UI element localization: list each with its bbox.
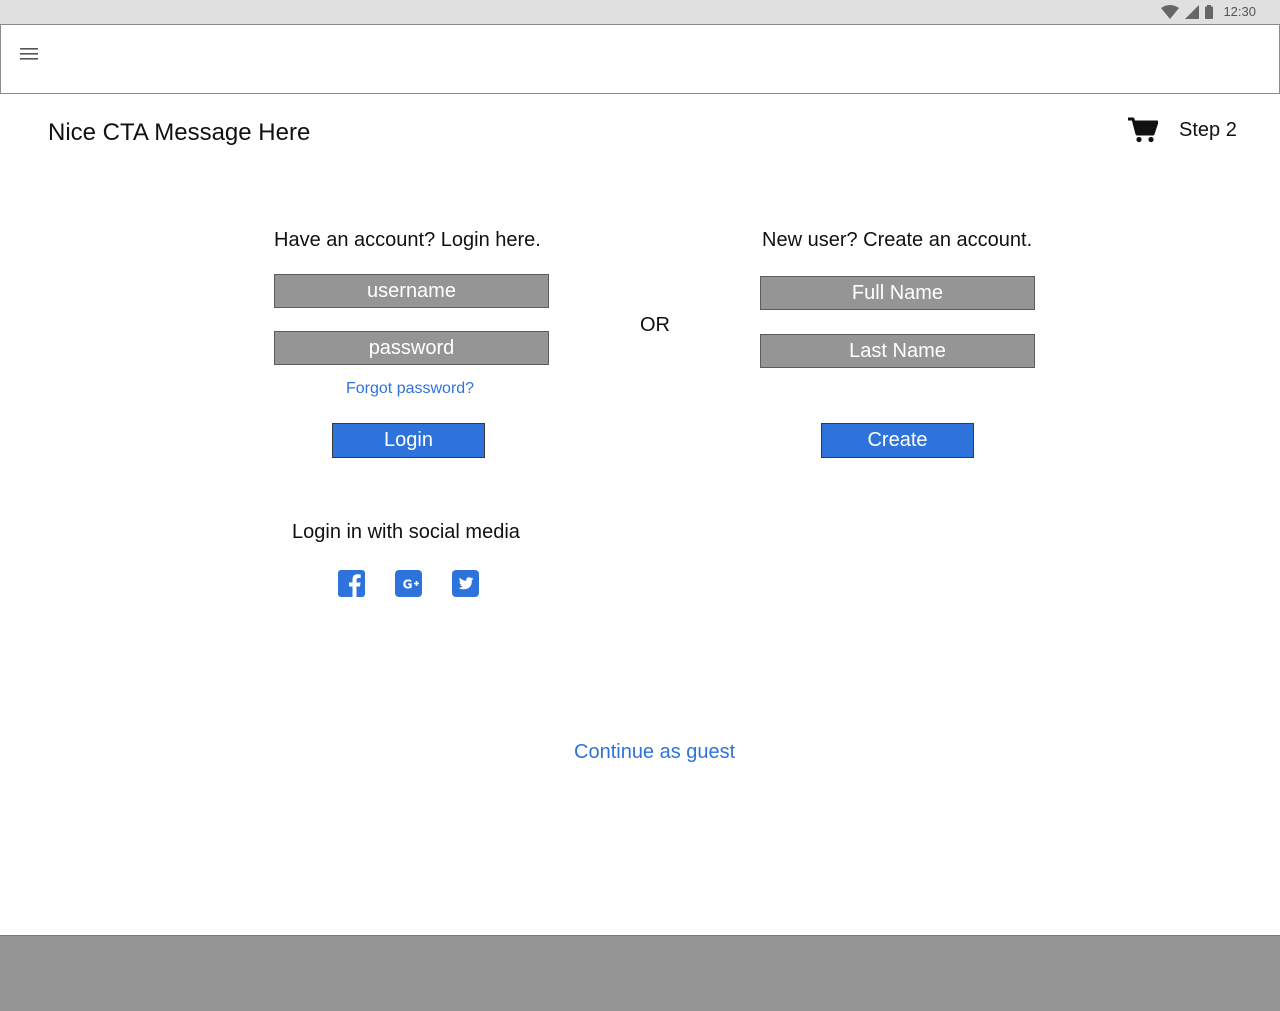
status-time: 12:30 bbox=[1223, 4, 1256, 19]
username-input[interactable]: username bbox=[274, 274, 549, 308]
menu-button[interactable] bbox=[15, 40, 43, 68]
social-login-heading: Login in with social media bbox=[292, 521, 520, 543]
twitter-icon[interactable] bbox=[452, 570, 479, 597]
status-icons: 12:30 bbox=[1161, 4, 1256, 20]
app-bar bbox=[0, 24, 1280, 94]
wifi-icon bbox=[1161, 5, 1180, 19]
login-button[interactable]: Login bbox=[332, 423, 485, 458]
status-bar: 12:30 bbox=[0, 0, 1280, 24]
step-indicator: Step 2 bbox=[1179, 119, 1237, 141]
hamburger-menu-icon bbox=[20, 48, 38, 60]
facebook-icon[interactable] bbox=[338, 570, 365, 597]
cell-signal-icon bbox=[1185, 5, 1200, 19]
or-divider-label: OR bbox=[640, 314, 670, 336]
battery-icon bbox=[1205, 5, 1214, 19]
cta-title: Nice CTA Message Here bbox=[48, 119, 311, 146]
last-name-input[interactable]: Last Name bbox=[760, 334, 1035, 368]
shopping-cart-icon[interactable] bbox=[1128, 117, 1158, 143]
google-plus-icon[interactable]: G bbox=[395, 570, 422, 597]
full-name-input[interactable]: Full Name bbox=[760, 276, 1035, 310]
forgot-password-link[interactable]: Forgot password? bbox=[346, 380, 474, 398]
signup-heading: New user? Create an account. bbox=[762, 229, 1033, 251]
svg-text:G: G bbox=[403, 578, 413, 592]
footer-bar bbox=[0, 935, 1280, 1011]
create-button[interactable]: Create bbox=[821, 423, 974, 458]
continue-as-guest-link[interactable]: Continue as guest bbox=[574, 741, 735, 764]
login-heading: Have an account? Login here. bbox=[274, 229, 541, 251]
login-screen: 12:30 Nice CTA Message Here Step 2 Have … bbox=[0, 0, 1280, 1011]
password-input[interactable]: password bbox=[274, 331, 549, 365]
